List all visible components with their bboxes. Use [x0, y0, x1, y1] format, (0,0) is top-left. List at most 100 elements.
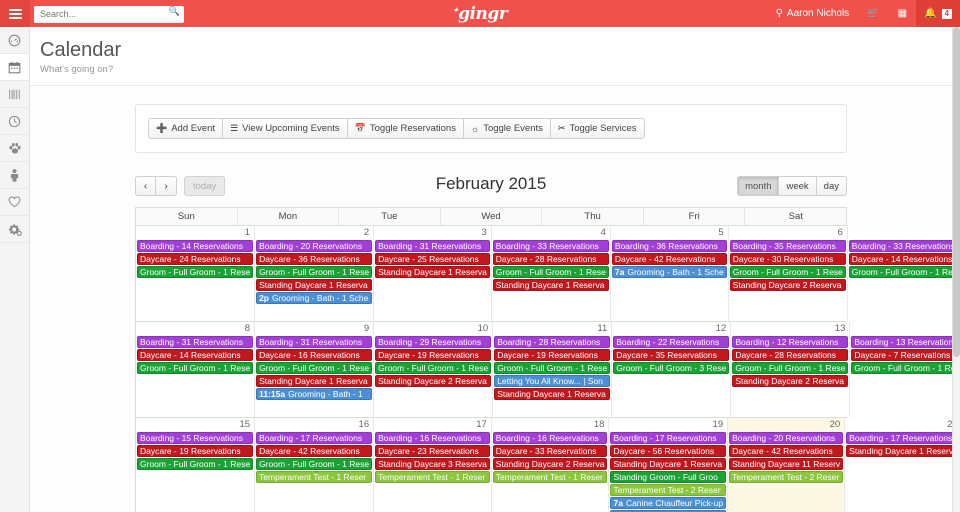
calendar-event[interactable]: Groom - Full Groom - 1 Rese: [494, 362, 611, 374]
calendar-event[interactable]: Boarding - 31 Reservations: [137, 336, 254, 348]
calendar-event[interactable]: Boarding - 33 Reservations: [492, 240, 609, 252]
calendar-event[interactable]: Groom - Full Groom - 1 Rese: [729, 266, 846, 278]
calendar-event[interactable]: Daycare - 14 Reservations: [137, 349, 254, 361]
calendar-event[interactable]: Boarding - 16 Reservations: [492, 432, 608, 444]
calendar-day-cell[interactable]: 2 Boarding - 20 Reservations Daycare - 36 …: [255, 226, 375, 321]
calendar-day-cell[interactable]: 18 Boarding - 16 Reservations Daycare - 33…: [491, 418, 610, 512]
calendar-event[interactable]: Boarding - 35 Reservations: [729, 240, 846, 252]
view-week-button[interactable]: week: [779, 176, 817, 196]
calendar-event[interactable]: Standing Daycare 1 Reserva: [846, 445, 952, 457]
calendar-event[interactable]: Standing Daycare 1 Reserva: [610, 458, 727, 470]
add-event-button[interactable]: ➕ Add Event: [148, 118, 224, 139]
calendar-day-cell[interactable]: 15 Boarding - 15 Reservations Daycare - 19…: [136, 418, 256, 512]
today-button[interactable]: today: [184, 176, 226, 196]
search-input[interactable]: [34, 5, 184, 23]
calendar-event[interactable]: Standing Daycare 2 Reserva: [492, 458, 608, 470]
calendar-event[interactable]: Temperament Test - 1 Reser: [375, 471, 490, 483]
calendar-day-cell[interactable]: 10 Boarding - 29 Reservations Daycare - 19…: [374, 322, 494, 417]
calendar-event[interactable]: Daycare - 36 Reservations: [256, 253, 373, 265]
calendar-event[interactable]: Groom - Full Groom - 1 Rese: [256, 362, 373, 374]
calendar-event[interactable]: Standing Daycare 2 Reserva: [729, 279, 846, 291]
calendar-event[interactable]: Boarding - 36 Reservations: [611, 240, 727, 252]
calendar-day-cell[interactable]: 19 Boarding - 17 Reservations Daycare - 56…: [609, 418, 729, 512]
calendar-event[interactable]: Standing Daycare 3 Reserva: [375, 458, 490, 470]
view-month-button[interactable]: month: [737, 176, 780, 196]
calendar-event[interactable]: 2pGrooming - Bath - 1 Sche: [256, 292, 373, 304]
page-scrollbar[interactable]: [952, 27, 960, 512]
page-scrollbar-thumb[interactable]: [953, 27, 960, 357]
calendar-day-cell[interactable]: 7Boarding - 33 Reservations Daycare - 14 …: [847, 226, 952, 321]
calendar-event[interactable]: Boarding - 29 Reservations: [375, 336, 492, 348]
calendar-day-cell[interactable]: 21 Boarding - 17 Reservations Standing Day…: [845, 418, 952, 512]
calendar-event[interactable]: Boarding - 16 Reservations: [375, 432, 490, 444]
calendar-event[interactable]: Boarding - 17 Reservations: [846, 432, 952, 444]
calendar-event[interactable]: Daycare - 19 Reservations: [494, 349, 611, 361]
sidebar-item-time[interactable]: [0, 108, 29, 135]
calendar-event[interactable]: Daycare - 23 Reservations: [375, 445, 490, 457]
calendar-event[interactable]: Daycare - 30 Reservations: [729, 253, 846, 265]
calendar-event[interactable]: Groom - Full Groom - 1 Rese: [256, 266, 373, 278]
calendar-day-cell[interactable]: 14Boarding - 13 Reservations Daycare - 7 …: [850, 322, 952, 417]
calendar-event[interactable]: Standing Daycare 1 Reserva: [494, 388, 611, 400]
sidebar-item-calendar[interactable]: [0, 54, 29, 81]
sidebar-item-owners[interactable]: [0, 162, 29, 189]
calendar-event[interactable]: Standing Daycare 1 Reserva: [492, 279, 609, 291]
calendar-event[interactable]: Groom - Full Groom - 1 Rese: [137, 362, 254, 374]
calendar-event[interactable]: Daycare - 42 Reservations: [611, 253, 727, 265]
calendar-event[interactable]: Letting You All Know... | Son: [494, 375, 611, 387]
notifications-button[interactable]: 🔔 4: [916, 0, 960, 27]
toggle-reservations-button[interactable]: 📅 Toggle Reservations: [347, 118, 464, 139]
calendar-event[interactable]: Daycare - 33 Reservations: [492, 445, 608, 457]
calendar-event[interactable]: Temperament Test - 2 Reser: [610, 484, 727, 496]
sidebar-item-favorites[interactable]: [0, 189, 29, 216]
calendar-event[interactable]: Groom - Full Groom - 1 Rese: [732, 362, 849, 374]
calendar-day-cell[interactable]: 13 Boarding - 12 Reservations Daycare - 28…: [731, 322, 851, 417]
calendar-event[interactable]: Boarding - 22 Reservations: [613, 336, 730, 348]
sidebar-item-animals[interactable]: [0, 135, 29, 162]
calendar-event[interactable]: Groom - Full Groom - 1 Rese: [375, 362, 492, 374]
calendar-day-cell[interactable]: 12 Boarding - 22 Reservations Daycare - 35…: [612, 322, 732, 417]
calendar-event[interactable]: Daycare - 28 Reservations: [732, 349, 849, 361]
calendar-event[interactable]: Daycare - 19 Reservations: [137, 445, 254, 457]
calendar-event[interactable]: Groom - Full Groom - 1 Rese: [137, 458, 254, 470]
cart-icon[interactable]: 🛒: [858, 0, 888, 27]
grid-apps-icon[interactable]: ▦: [889, 0, 916, 27]
calendar-event[interactable]: 7a Canine Chauffeur Pick-up: [610, 497, 727, 509]
calendar-event[interactable]: Temperament Test - 1 Reser: [256, 471, 373, 483]
calendar-day-cell[interactable]: 17 Boarding - 16 Reservations Daycare - 23…: [374, 418, 492, 512]
calendar-event[interactable]: Daycare - 42 Reservations: [729, 445, 844, 457]
calendar-day-cell[interactable]: 4 Boarding - 33 Reservations Daycare - 28 …: [491, 226, 611, 321]
calendar-event[interactable]: Groom - Full Groom - 3 Rese: [613, 362, 730, 374]
toggle-services-button[interactable]: ✂ Toggle Services: [550, 118, 645, 139]
calendar-event[interactable]: Boarding - 14 Reservations: [137, 240, 254, 252]
prev-month-button[interactable]: ‹: [135, 176, 156, 196]
calendar-day-cell[interactable]: 11 Boarding - 28 Reservations Daycare - 19…: [493, 322, 613, 417]
calendar-event[interactable]: Boarding - 12 Reservations: [732, 336, 849, 348]
sidebar-item-reports[interactable]: [0, 81, 29, 108]
calendar-day-cell[interactable]: 9 Boarding - 31 Reservations Daycare - 16 …: [255, 322, 375, 417]
calendar-event[interactable]: Groom - Full Groom - 1 Rese: [137, 266, 254, 278]
calendar-event[interactable]: Daycare - 24 Reservations: [137, 253, 254, 265]
calendar-event[interactable]: Daycare - 35 Reservations: [613, 349, 730, 361]
user-menu[interactable]: ⚲ Aaron Nichols: [767, 0, 859, 27]
calendar-event[interactable]: Daycare - 14 Reservations: [848, 253, 952, 265]
sidebar-item-settings[interactable]: [0, 216, 29, 243]
view-upcoming-events-button[interactable]: ☰ View Upcoming Events: [223, 118, 348, 139]
calendar-event[interactable]: Boarding - 31 Reservations: [375, 240, 490, 252]
hamburger-icon[interactable]: [0, 0, 30, 27]
calendar-event[interactable]: Groom - Full Groom - 1 Rese: [256, 458, 373, 470]
calendar-event[interactable]: Daycare - 7 Reservations: [851, 349, 952, 361]
calendar-event[interactable]: Groom - Full Groom - 1 Rese: [492, 266, 609, 278]
calendar-event[interactable]: Temperament Test - 2 Reser: [729, 471, 844, 483]
calendar-event[interactable]: Boarding - 13 Reservations: [851, 336, 952, 348]
calendar-event[interactable]: Standing Daycare 1 Reserva: [256, 375, 373, 387]
calendar-event[interactable]: Boarding - 20 Reservations: [256, 240, 373, 252]
calendar-event[interactable]: Groom - Full Groom - 1 Rese: [851, 362, 952, 374]
calendar-day-cell[interactable]: 3 Boarding - 31 Reservations Daycare - 25 …: [374, 226, 492, 321]
calendar-event[interactable]: Temperament Test - 1 Reser: [492, 471, 608, 483]
sidebar-item-dashboard[interactable]: [0, 27, 29, 54]
calendar-event[interactable]: 11:15a Grooming - Bath - 1: [256, 388, 373, 400]
calendar-event[interactable]: Daycare - 56 Reservations: [610, 445, 727, 457]
calendar-event[interactable]: Daycare - 28 Reservations: [492, 253, 609, 265]
calendar-event[interactable]: Standing Daycare 1 Reserva: [375, 266, 490, 278]
